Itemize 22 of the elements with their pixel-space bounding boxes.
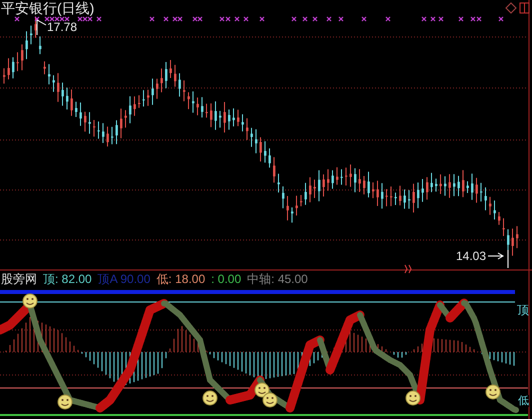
indicator-name: 股旁网 (1, 272, 37, 286)
indicator-value: 顶: 82.00 (43, 272, 92, 286)
split-view-icon[interactable] (519, 2, 530, 14)
indicator-value: 顶A 90.00 (98, 272, 150, 286)
smiley-icon (22, 294, 38, 308)
indicator-value: 低: 18.00 (156, 272, 206, 286)
stock-title: 平安银行(日线) (1, 0, 94, 16)
indicator-value: : 0.00 (211, 272, 242, 286)
double-chevron-icon[interactable] (404, 264, 412, 274)
high-price-label: 17.78 (47, 20, 78, 34)
smiley-icon (406, 390, 420, 406)
smiley-icon (202, 390, 218, 406)
top-level-label: 顶 (517, 303, 529, 317)
smiley-icon (262, 392, 278, 408)
diamond-icon[interactable] (505, 2, 517, 14)
low-pointer-arrow (488, 252, 504, 260)
low-price-label: 14.03 (456, 249, 486, 263)
smiley-icon (486, 384, 500, 400)
high-pointer-line (36, 20, 46, 36)
smiley-icon (58, 394, 72, 410)
bottom-level-label: 低 (518, 395, 529, 407)
indicator-value: 中轴: 45.00 (247, 272, 308, 286)
